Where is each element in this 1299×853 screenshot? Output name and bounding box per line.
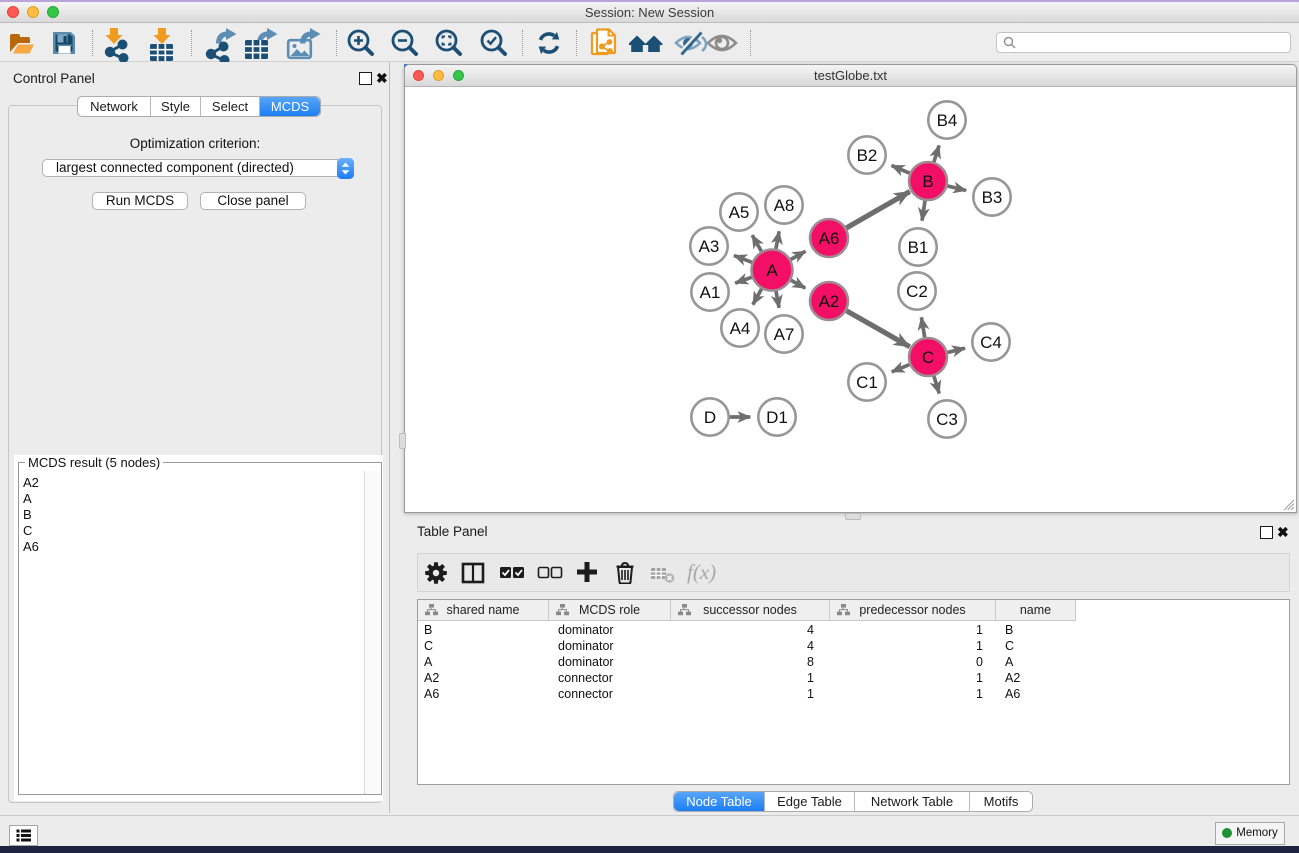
svg-text:A8: A8 <box>774 196 795 215</box>
svg-text:C: C <box>922 348 934 367</box>
svg-text:D: D <box>704 408 716 427</box>
svg-text:A1: A1 <box>700 283 721 302</box>
svg-text:C4: C4 <box>980 333 1002 352</box>
svg-text:A7: A7 <box>774 325 795 344</box>
svg-text:C3: C3 <box>936 410 958 429</box>
svg-text:A5: A5 <box>729 203 750 222</box>
svg-text:C1: C1 <box>856 373 878 392</box>
svg-text:A6: A6 <box>819 229 840 248</box>
svg-text:A2: A2 <box>819 292 840 311</box>
svg-text:B4: B4 <box>937 111 958 130</box>
svg-text:A4: A4 <box>730 319 751 338</box>
svg-text:B3: B3 <box>982 188 1003 207</box>
svg-text:A: A <box>766 261 778 280</box>
svg-text:A3: A3 <box>699 237 720 256</box>
svg-text:B2: B2 <box>857 146 878 165</box>
svg-text:B: B <box>922 172 933 191</box>
svg-text:D1: D1 <box>766 408 788 427</box>
svg-text:B1: B1 <box>908 238 929 257</box>
svg-text:C2: C2 <box>906 282 928 301</box>
